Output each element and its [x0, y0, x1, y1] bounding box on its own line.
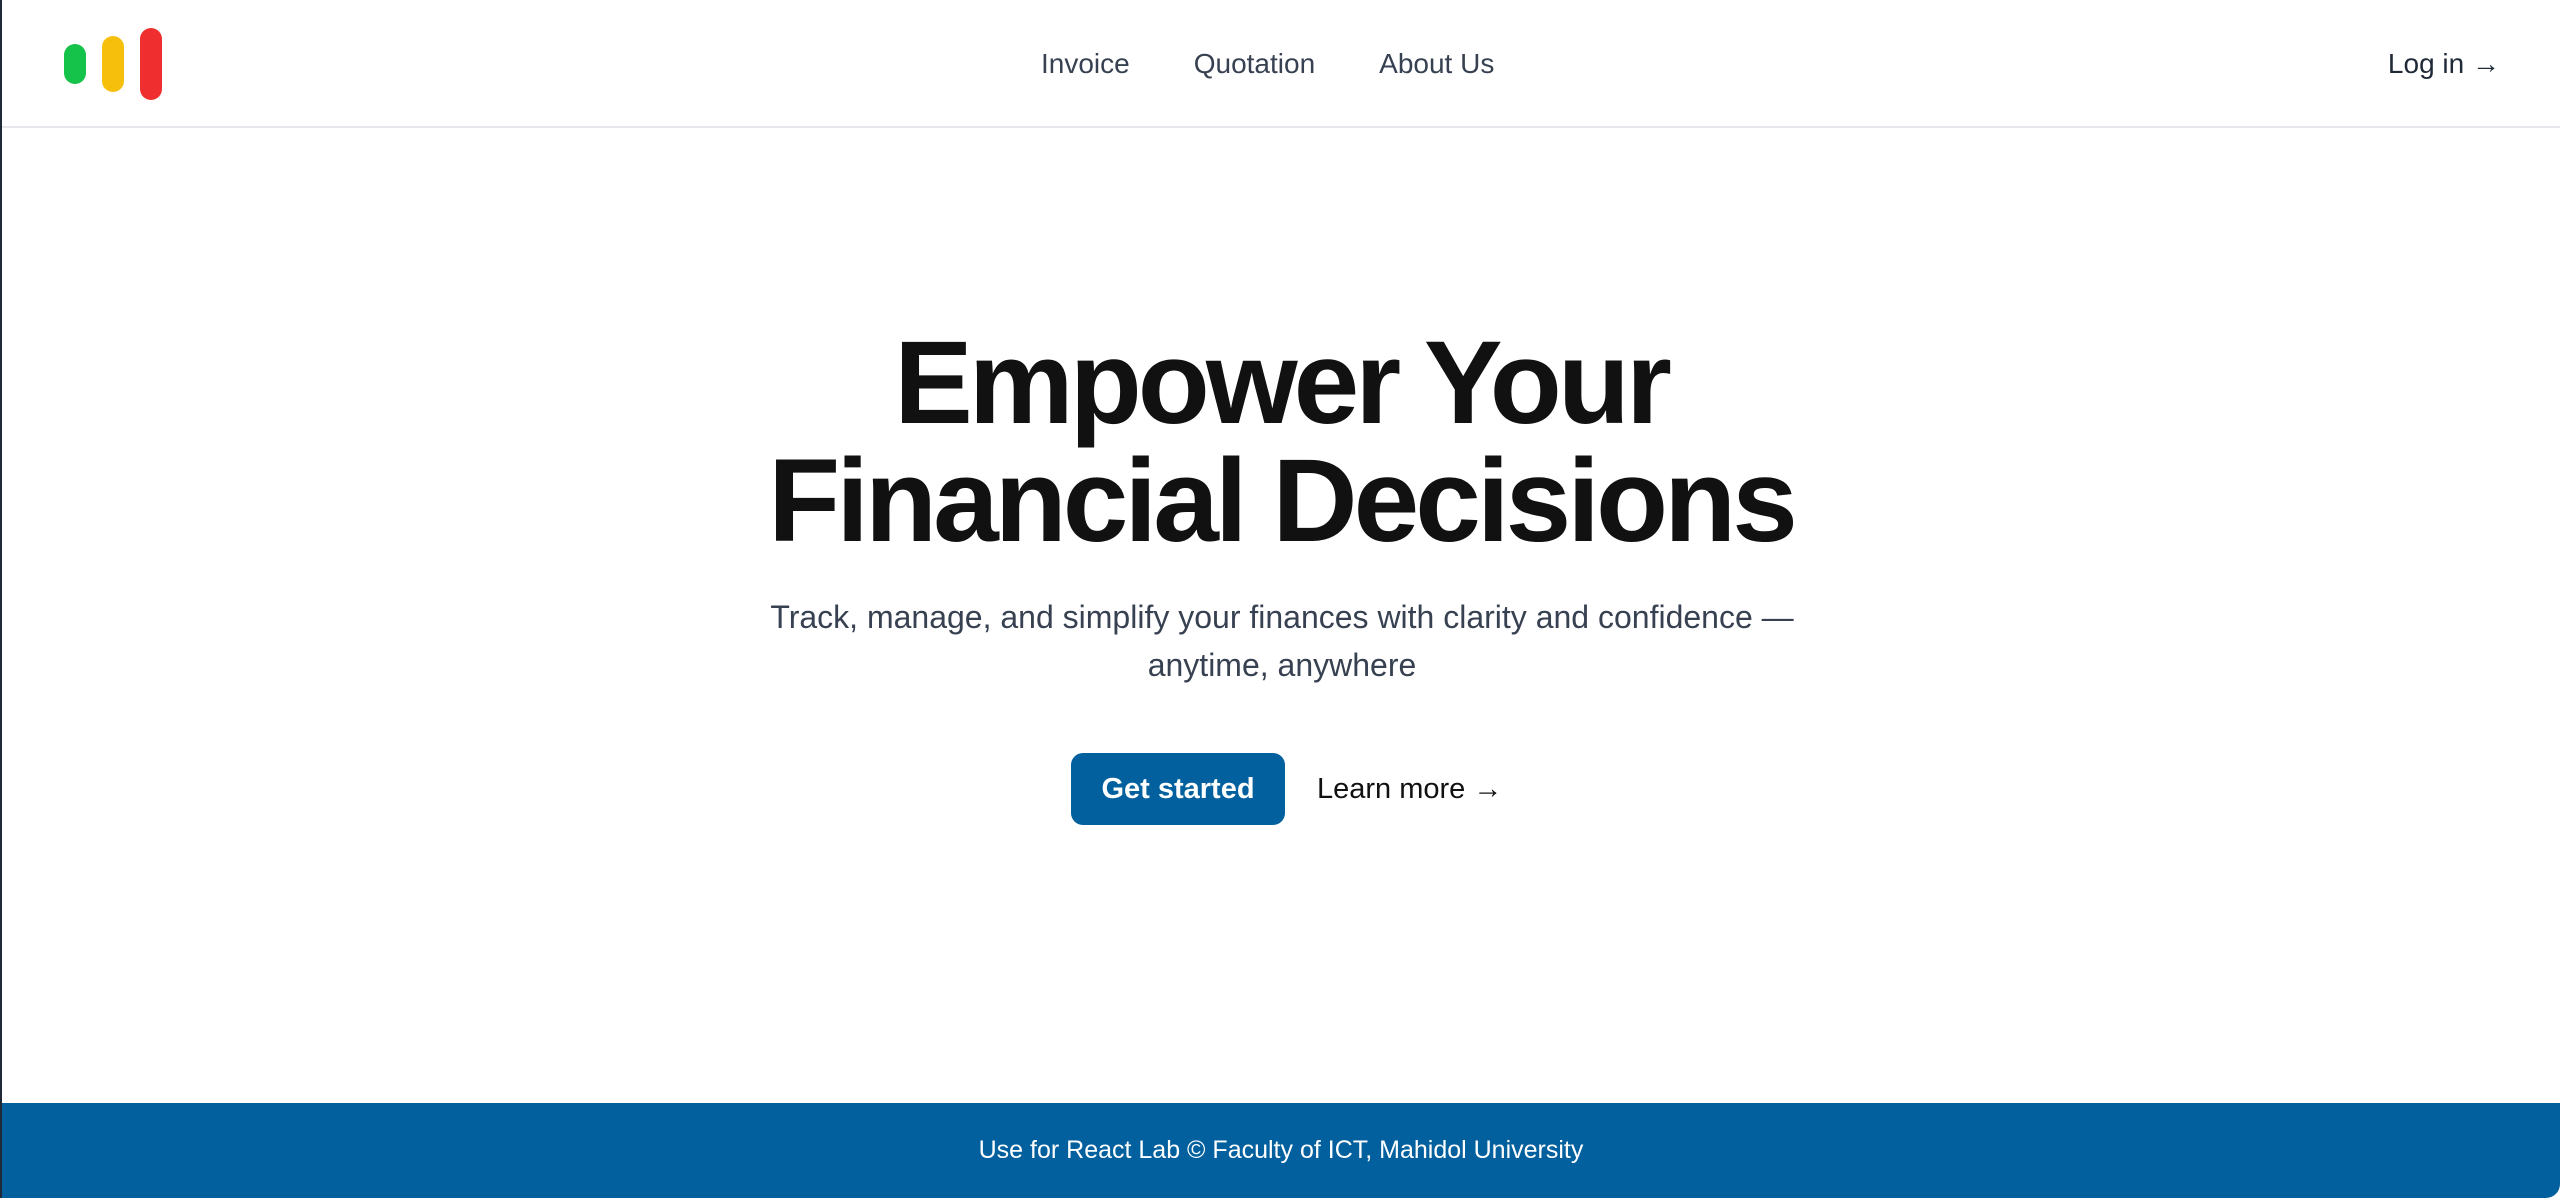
hero-subtitle: Track, manage, and simplify your finance…: [742, 593, 1822, 689]
nav-link-about-us[interactable]: About Us: [1379, 50, 1494, 78]
main-nav: Invoice Quotation About Us: [1041, 0, 1494, 128]
learn-more-link[interactable]: Learn more →: [1317, 773, 1502, 806]
hero-title-line-2: Financial Decisions: [768, 435, 1798, 567]
hero-actions: Get started Learn more →: [1071, 753, 1502, 825]
page: Invoice Quotation About Us Log in → Empo…: [0, 0, 2560, 1198]
hero-subtitle-line-1: Track, manage, and simplify your finance…: [770, 599, 1794, 635]
nav-link-invoice[interactable]: Invoice: [1041, 50, 1130, 78]
hero-section: Empower Your Financial Decisions Track, …: [2, 128, 2560, 1103]
hero-subtitle-line-2: anytime, anywhere: [1147, 647, 1417, 683]
login-link[interactable]: Log in →: [2388, 0, 2500, 128]
footer: Use for React Lab © Faculty of ICT, Mahi…: [2, 1103, 2560, 1198]
get-started-button[interactable]: Get started: [1071, 753, 1285, 825]
top-navbar: Invoice Quotation About Us Log in →: [2, 0, 2560, 128]
logo-yellow-bar: [102, 36, 124, 92]
hero-title-line-1: Empower Your: [894, 317, 1672, 449]
hero-title: Empower Your Financial Decisions: [2, 324, 2560, 560]
logo-red-bar: [140, 28, 162, 100]
logo-green-bar: [64, 44, 86, 84]
footer-text: Use for React Lab © Faculty of ICT, Mahi…: [978, 1136, 1584, 1164]
three-bars-logo-icon[interactable]: [64, 28, 164, 100]
nav-link-quotation[interactable]: Quotation: [1194, 50, 1315, 78]
